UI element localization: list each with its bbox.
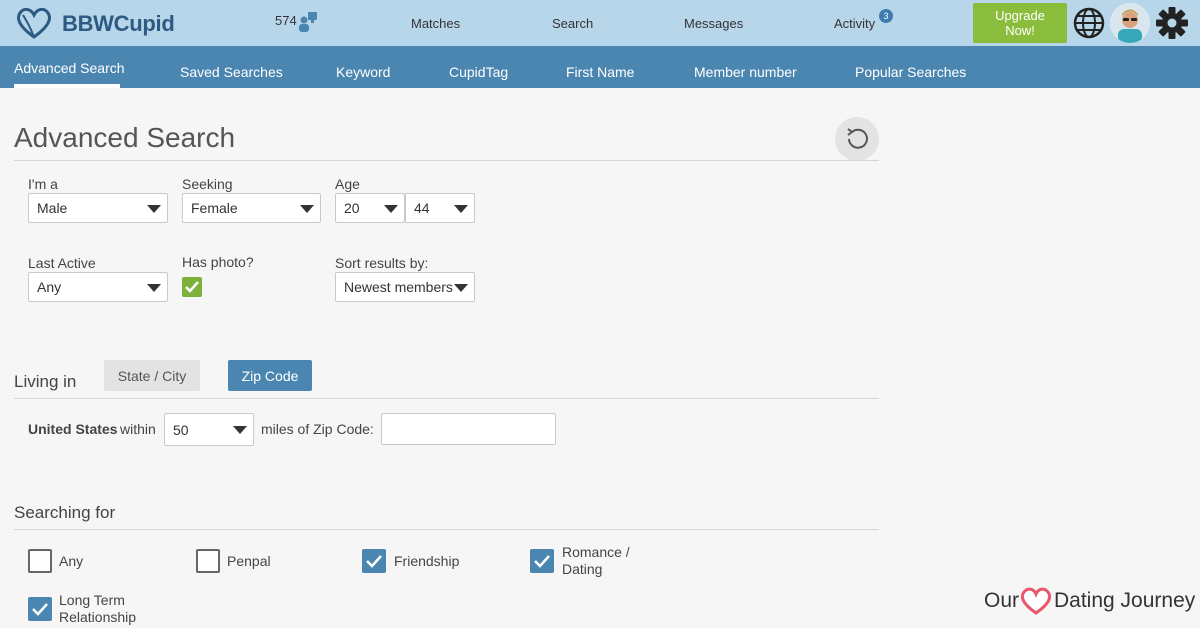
- checkmark-icon: [366, 555, 382, 568]
- penpal-label: Penpal: [227, 553, 271, 569]
- penpal-checkbox[interactable]: [196, 549, 220, 573]
- divider: [14, 160, 879, 161]
- brand-name: BBWCupid: [62, 11, 175, 36]
- age-max-select[interactable]: 44: [405, 193, 475, 223]
- sort-value: Newest members: [344, 279, 453, 295]
- im-a-value: Male: [37, 200, 68, 216]
- heart-logo-icon: [17, 7, 51, 39]
- nav-activity[interactable]: Activity: [834, 16, 875, 31]
- within-label: within: [120, 421, 156, 437]
- tab-first-name[interactable]: First Name: [566, 64, 634, 80]
- activity-badge: 3: [879, 9, 893, 23]
- any-label: Any: [59, 553, 84, 569]
- im-a-label: I'm a: [28, 176, 58, 192]
- tab-member-number[interactable]: Member number: [694, 64, 797, 80]
- online-count[interactable]: 574: [275, 13, 297, 28]
- globe-icon[interactable]: [1072, 6, 1106, 40]
- seeking-value: Female: [191, 200, 238, 216]
- any-checkbox[interactable]: [28, 549, 52, 573]
- avatar[interactable]: [1110, 3, 1150, 43]
- long-term-label: Long Term Relationship: [59, 592, 137, 625]
- nav-search[interactable]: Search: [552, 16, 593, 31]
- chevron-down-icon: [233, 426, 247, 434]
- chevron-down-icon: [454, 205, 468, 213]
- miles-label: miles of Zip Code:: [261, 421, 374, 437]
- tab-keyword[interactable]: Keyword: [336, 64, 390, 80]
- long-term-checkbox[interactable]: [28, 597, 52, 621]
- tab-advanced-search[interactable]: Advanced Search: [14, 60, 125, 76]
- age-label: Age: [335, 176, 360, 192]
- friendship-label: Friendship: [394, 553, 460, 569]
- tab-cupidtag[interactable]: CupidTag: [449, 64, 508, 80]
- has-photo-checkbox[interactable]: [182, 277, 202, 297]
- im-a-select[interactable]: Male: [28, 193, 168, 223]
- refresh-icon: [847, 128, 868, 149]
- gear-icon[interactable]: [1155, 6, 1189, 40]
- age-max-value: 44: [414, 200, 430, 216]
- state-city-tab[interactable]: State / City: [104, 360, 200, 391]
- distance-select[interactable]: 50: [164, 413, 254, 446]
- chevron-down-icon: [147, 205, 161, 213]
- distance-value: 50: [173, 422, 189, 438]
- chevron-down-icon: [147, 284, 161, 292]
- last-active-label: Last Active: [28, 255, 96, 271]
- checkmark-icon: [534, 555, 550, 568]
- romance-dating-checkbox[interactable]: [530, 549, 554, 573]
- last-active-value: Any: [37, 279, 62, 295]
- tab-popular-searches[interactable]: Popular Searches: [855, 64, 966, 80]
- watermark-prefix: Our: [984, 589, 1020, 612]
- zip-code-tab[interactable]: Zip Code: [228, 360, 312, 391]
- active-tab-indicator: [14, 84, 120, 88]
- friendship-checkbox[interactable]: [362, 549, 386, 573]
- checkmark-icon: [32, 603, 48, 616]
- romance-dating-label: Romance / Dating: [562, 544, 630, 577]
- upgrade-button[interactable]: Upgrade Now!: [973, 3, 1067, 43]
- heart-icon: [1020, 587, 1052, 615]
- last-active-select[interactable]: Any: [28, 272, 168, 302]
- divider: [14, 529, 879, 530]
- country-label: United States: [28, 421, 118, 437]
- top-bar: BBWCupid 574 Matches Search Messages Act…: [0, 0, 1200, 46]
- nav-messages[interactable]: Messages: [684, 16, 743, 31]
- has-photo-label: Has photo?: [182, 254, 254, 270]
- seeking-select[interactable]: Female: [182, 193, 321, 223]
- checkmark-icon: [185, 281, 199, 293]
- living-in-title: Living in: [14, 372, 77, 391]
- watermark-suffix: Dating Journey: [1054, 589, 1196, 612]
- chevron-down-icon: [300, 205, 314, 213]
- brand-logo[interactable]: BBWCupid: [14, 5, 175, 41]
- seeking-label: Seeking: [182, 176, 233, 192]
- users-online-icon: [299, 12, 317, 32]
- sort-select[interactable]: Newest members: [335, 272, 475, 302]
- profile-photo-icon: [1110, 3, 1150, 43]
- age-min-value: 20: [344, 200, 360, 216]
- divider: [14, 398, 879, 399]
- sort-label: Sort results by:: [335, 255, 429, 271]
- age-min-select[interactable]: 20: [335, 193, 405, 223]
- chevron-down-icon: [454, 284, 468, 292]
- zip-code-input[interactable]: [381, 413, 556, 445]
- searching-for-title: Searching for: [14, 503, 116, 522]
- page-title: Advanced Search: [14, 122, 236, 153]
- nav-matches[interactable]: Matches: [411, 16, 460, 31]
- search-subnav: Advanced Search Saved Searches Keyword C…: [0, 46, 1200, 88]
- reset-button[interactable]: [835, 117, 879, 161]
- chevron-down-icon: [384, 205, 398, 213]
- tab-saved-searches[interactable]: Saved Searches: [180, 64, 283, 80]
